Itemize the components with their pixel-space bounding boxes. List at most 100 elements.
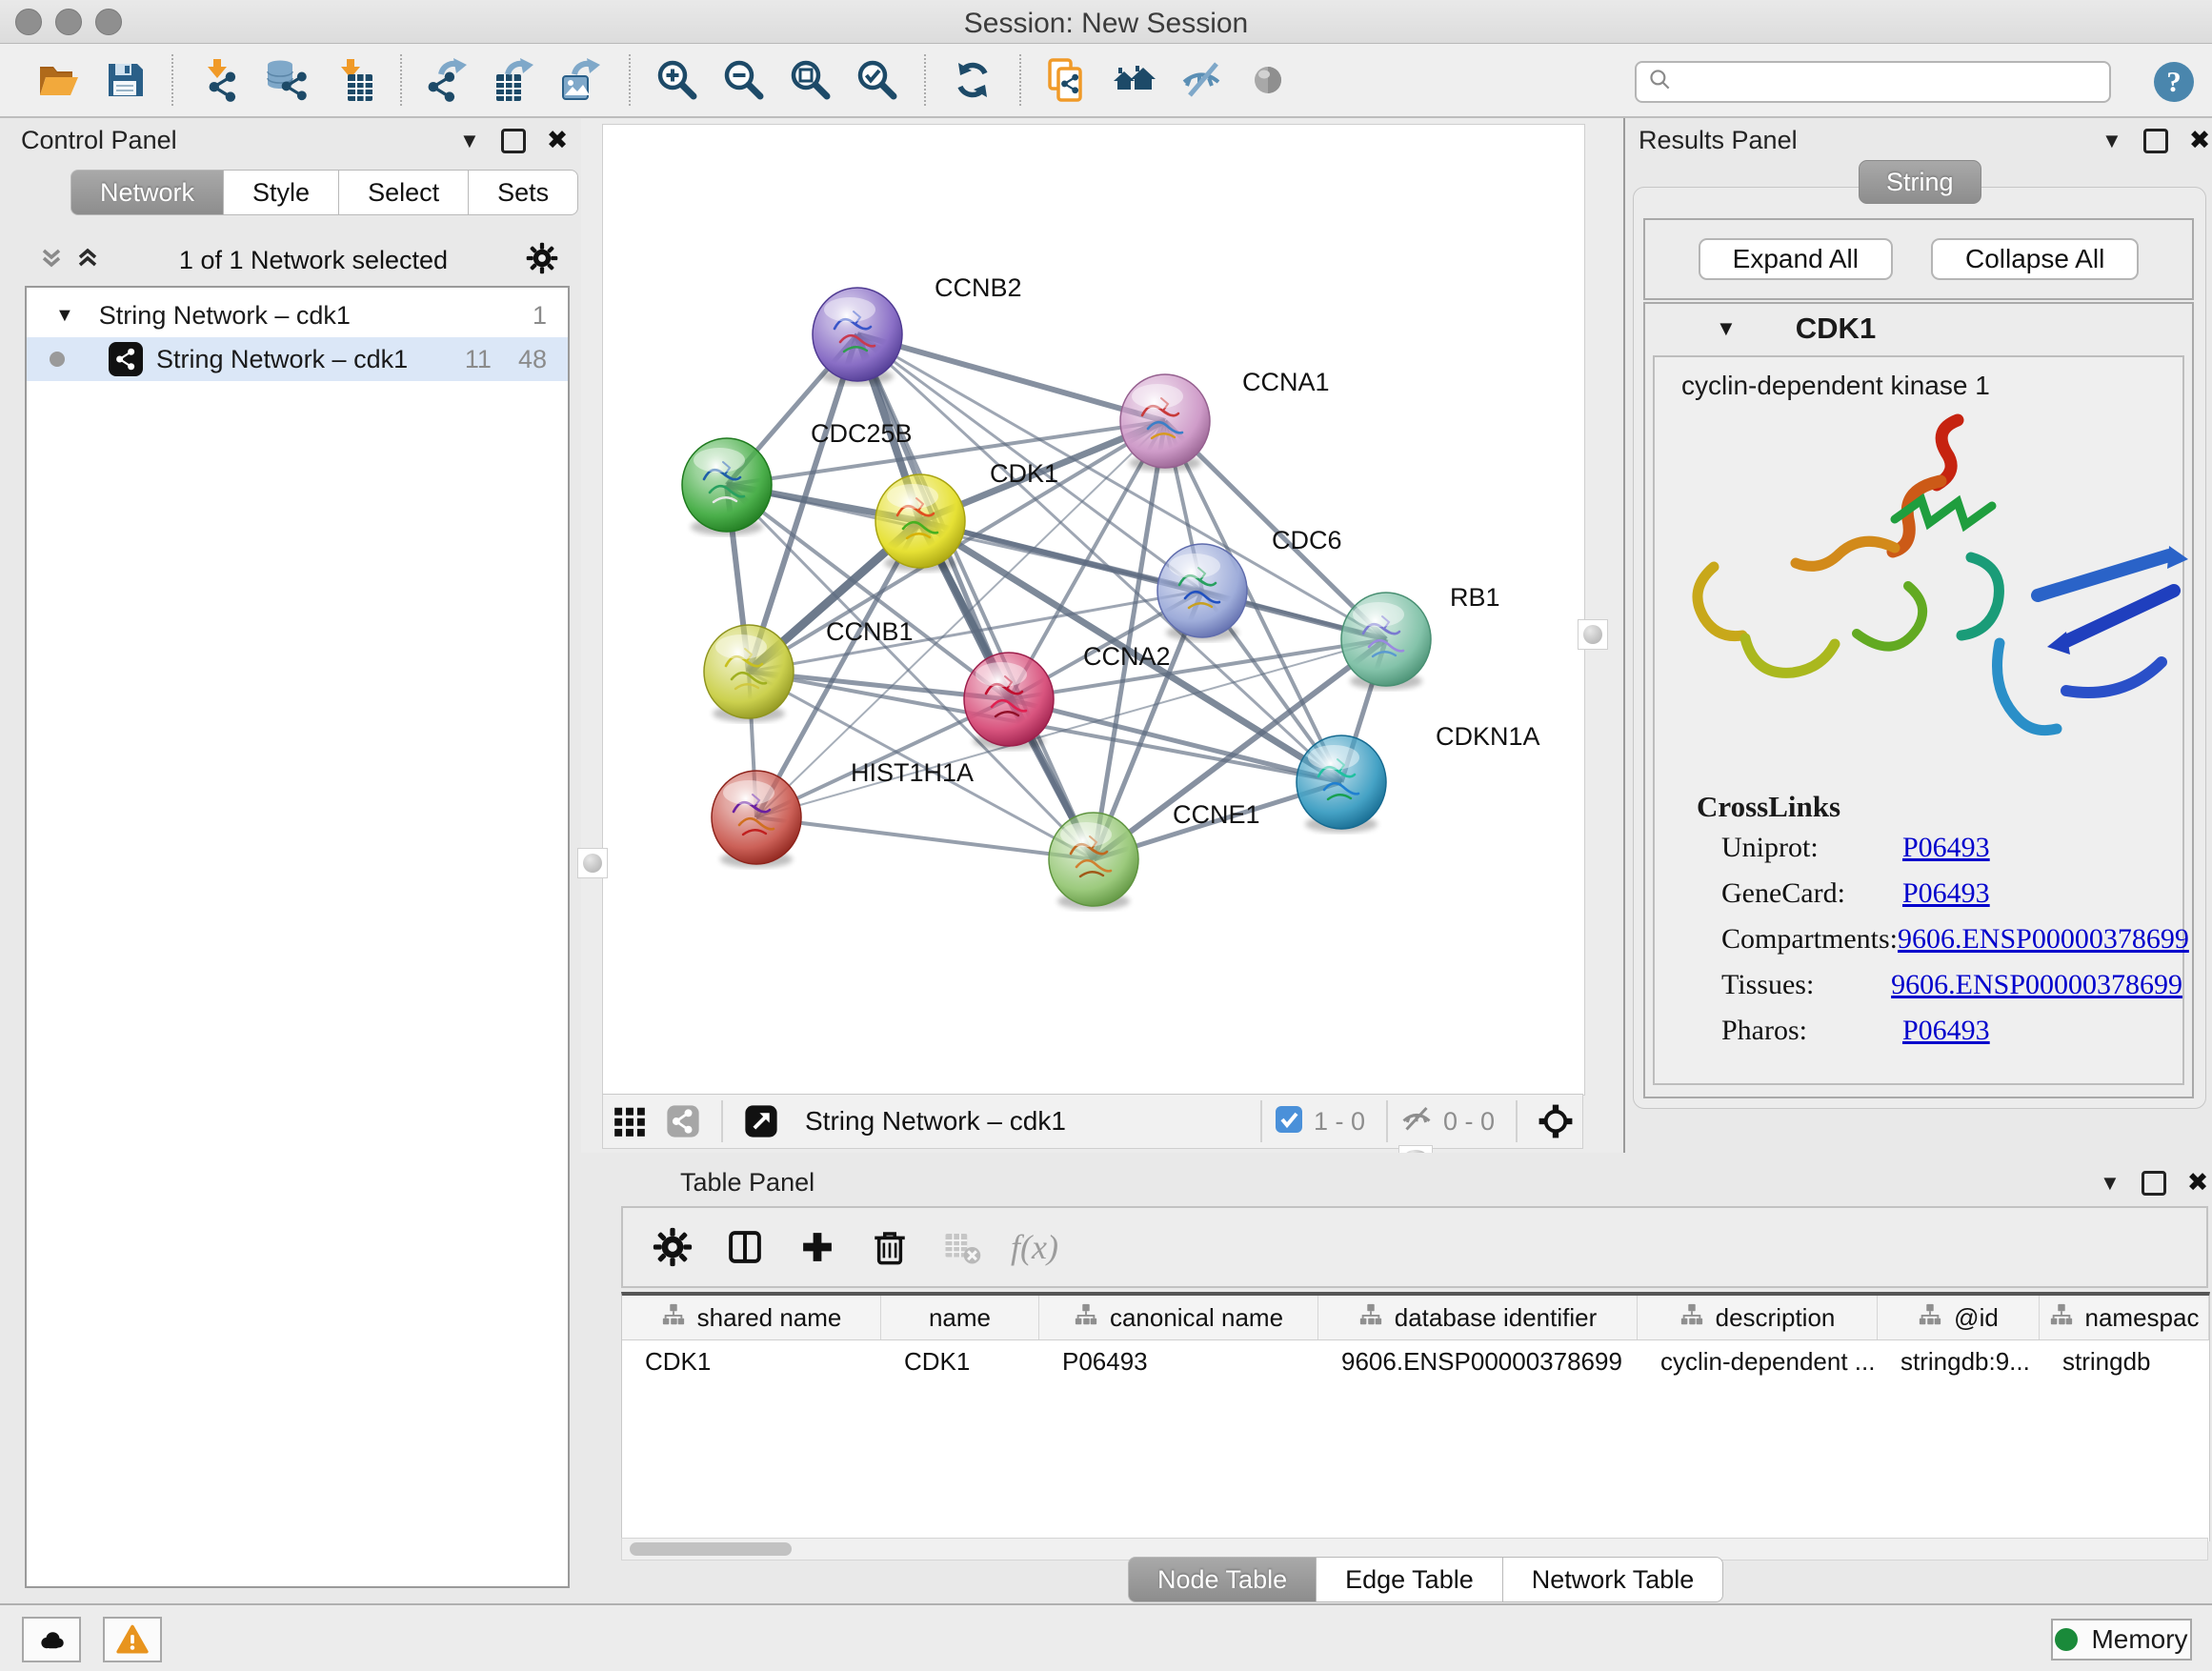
results-panel-close-icon[interactable]: ✖ bbox=[2189, 126, 2211, 155]
string-results-tab[interactable]: String bbox=[1859, 160, 1981, 204]
export-table-button[interactable] bbox=[488, 52, 543, 108]
import-network-from-database-button[interactable] bbox=[259, 52, 314, 108]
add-column-button[interactable] bbox=[789, 1218, 846, 1276]
zoom-selected-button[interactable] bbox=[850, 52, 905, 108]
string-style-icon[interactable] bbox=[662, 1100, 704, 1142]
table-cell[interactable]: 9606.ENSP00000378699 bbox=[1318, 1340, 1638, 1382]
tab-sets[interactable]: Sets bbox=[469, 170, 578, 215]
crosslink-link[interactable]: 9606.ENSP00000378699 bbox=[1898, 923, 2189, 956]
column-header--id[interactable]: @id bbox=[1878, 1296, 2040, 1339]
node-label: CDC6 bbox=[1272, 526, 1342, 554]
clone-network-button[interactable] bbox=[1040, 52, 1096, 108]
table-cell[interactable]: cyclin-dependent ... bbox=[1638, 1340, 1878, 1382]
show-columns-button[interactable] bbox=[716, 1218, 774, 1276]
table-panel-collapse-icon[interactable]: ▼ bbox=[2100, 1171, 2121, 1196]
search-box[interactable] bbox=[1635, 61, 2111, 103]
column-header-label: name bbox=[929, 1303, 991, 1333]
control-panel-float-icon[interactable] bbox=[501, 129, 526, 153]
network-options-gear-icon[interactable] bbox=[526, 242, 558, 279]
left-splitter-handle[interactable] bbox=[577, 848, 608, 878]
memory-button[interactable]: Memory bbox=[2051, 1619, 2192, 1661]
search-input[interactable] bbox=[1673, 67, 2109, 98]
expand-all-networks-icon[interactable] bbox=[74, 245, 101, 276]
open-file-button[interactable] bbox=[30, 52, 86, 108]
network-node[interactable]: CCNA1 bbox=[1120, 368, 1330, 472]
column-header-name[interactable]: name bbox=[881, 1296, 1039, 1339]
node-result-header[interactable]: ▼ CDK1 bbox=[1645, 304, 2192, 353]
table-type-tabs: Node TableEdge TableNetwork Table bbox=[1128, 1557, 1723, 1602]
save-session-button[interactable] bbox=[97, 52, 152, 108]
table-row[interactable]: CDK1CDK1P064939606.ENSP00000378699cyclin… bbox=[622, 1340, 2209, 1382]
table-cell[interactable]: CDK1 bbox=[622, 1340, 881, 1382]
tab-edge-table[interactable]: Edge Table bbox=[1317, 1557, 1503, 1602]
table-cell[interactable]: stringdb:9... bbox=[1878, 1340, 2040, 1382]
network-node-count: 11 bbox=[465, 345, 492, 374]
network-canvas[interactable]: CCNB2 CCNA1 CDC25B bbox=[602, 124, 1585, 1096]
cloud-button[interactable] bbox=[22, 1617, 81, 1662]
table-panel-close-icon[interactable]: ✖ bbox=[2187, 1168, 2209, 1198]
control-panel-close-icon[interactable]: ✖ bbox=[547, 126, 569, 155]
results-panel-collapse-icon[interactable]: ▼ bbox=[2101, 129, 2122, 153]
network-node[interactable]: RB1 bbox=[1341, 583, 1500, 690]
network-node[interactable]: CCNB1 bbox=[704, 617, 914, 722]
column-header-namespac[interactable]: namespac bbox=[2040, 1296, 2209, 1339]
column-header-canonical-name[interactable]: canonical name bbox=[1039, 1296, 1318, 1339]
import-table-from-file-button[interactable] bbox=[326, 52, 381, 108]
crosslink-link[interactable]: P06493 bbox=[1902, 877, 1990, 910]
column-header-shared-name[interactable]: shared name bbox=[622, 1296, 881, 1339]
results-panel-float-icon[interactable] bbox=[2143, 129, 2168, 153]
zoom-out-icon bbox=[721, 57, 767, 103]
table-cell[interactable]: P06493 bbox=[1039, 1340, 1318, 1382]
control-panel-collapse-icon[interactable]: ▼ bbox=[459, 129, 480, 153]
crosslink-label: Uniprot: bbox=[1721, 832, 1902, 864]
export-image-button[interactable] bbox=[554, 52, 610, 108]
selected-checkbox-icon[interactable] bbox=[1274, 1104, 1304, 1139]
warning-button[interactable] bbox=[103, 1617, 162, 1662]
detach-view-icon[interactable] bbox=[740, 1100, 782, 1142]
first-neighbors-button[interactable] bbox=[1107, 52, 1162, 108]
table-cell[interactable]: CDK1 bbox=[881, 1340, 1039, 1382]
expand-all-button[interactable]: Expand All bbox=[1699, 238, 1893, 280]
table-panel-float-icon[interactable] bbox=[2142, 1171, 2166, 1196]
crosslink-link[interactable]: P06493 bbox=[1902, 832, 1990, 864]
collapse-all-button[interactable]: Collapse All bbox=[1931, 238, 2139, 280]
import-network-from-file-button[interactable] bbox=[192, 52, 248, 108]
table-settings-button[interactable] bbox=[644, 1218, 701, 1276]
column-header-description[interactable]: description bbox=[1638, 1296, 1878, 1339]
table-scrollbar-thumb[interactable] bbox=[630, 1542, 792, 1556]
tab-network[interactable]: Network bbox=[70, 170, 224, 215]
tab-node-table[interactable]: Node Table bbox=[1128, 1557, 1317, 1602]
crosslink-link[interactable]: P06493 bbox=[1902, 1015, 1990, 1047]
crosslink-link[interactable]: 9606.ENSP00000378699 bbox=[1891, 969, 2182, 1001]
zoom-in-button[interactable] bbox=[650, 52, 705, 108]
delete-column-icon bbox=[870, 1227, 910, 1267]
collapse-all-networks-icon[interactable] bbox=[38, 245, 65, 276]
open-file-icon bbox=[35, 57, 81, 103]
entry-collapse-icon[interactable]: ▼ bbox=[1716, 316, 1737, 341]
tab-network-table[interactable]: Network Table bbox=[1503, 1557, 1724, 1602]
tab-select[interactable]: Select bbox=[339, 170, 469, 215]
hidden-eye-slash-icon[interactable] bbox=[1399, 1102, 1434, 1141]
delete-column-button[interactable] bbox=[861, 1218, 918, 1276]
birds-eye-view-icon[interactable] bbox=[609, 1100, 651, 1142]
crosshair-move-icon[interactable] bbox=[1535, 1100, 1577, 1142]
tab-style[interactable]: Style bbox=[224, 170, 339, 215]
collection-expand-icon[interactable]: ▼ bbox=[55, 305, 74, 327]
network-node[interactable]: HIST1H1A bbox=[712, 758, 974, 868]
zoom-out-button[interactable] bbox=[716, 52, 772, 108]
column-header-database-identifier[interactable]: database identifier bbox=[1318, 1296, 1638, 1339]
export-network-button[interactable] bbox=[421, 52, 476, 108]
node-label: CDK1 bbox=[990, 459, 1058, 488]
network-graph[interactable]: CCNB2 CCNA1 CDC25B bbox=[603, 125, 1584, 1095]
preview-button[interactable] bbox=[1240, 52, 1296, 108]
help-button[interactable]: ? bbox=[2151, 59, 2197, 110]
network-row[interactable]: String Network – cdk1 11 48 bbox=[27, 337, 568, 381]
table-cell[interactable]: stringdb bbox=[2040, 1340, 2209, 1382]
network-collection-row[interactable]: ▼ String Network – cdk1 1 bbox=[27, 293, 568, 337]
refresh-view-button[interactable] bbox=[945, 52, 1000, 108]
show-hide-button[interactable] bbox=[1174, 52, 1229, 108]
cytoscape-window: Session: New Session ? Control Panel ▼ ✖… bbox=[0, 0, 2212, 1671]
network-node[interactable]: CDKN1A bbox=[1297, 722, 1540, 833]
right-splitter-handle[interactable] bbox=[1578, 619, 1608, 650]
zoom-fit-button[interactable] bbox=[783, 52, 838, 108]
